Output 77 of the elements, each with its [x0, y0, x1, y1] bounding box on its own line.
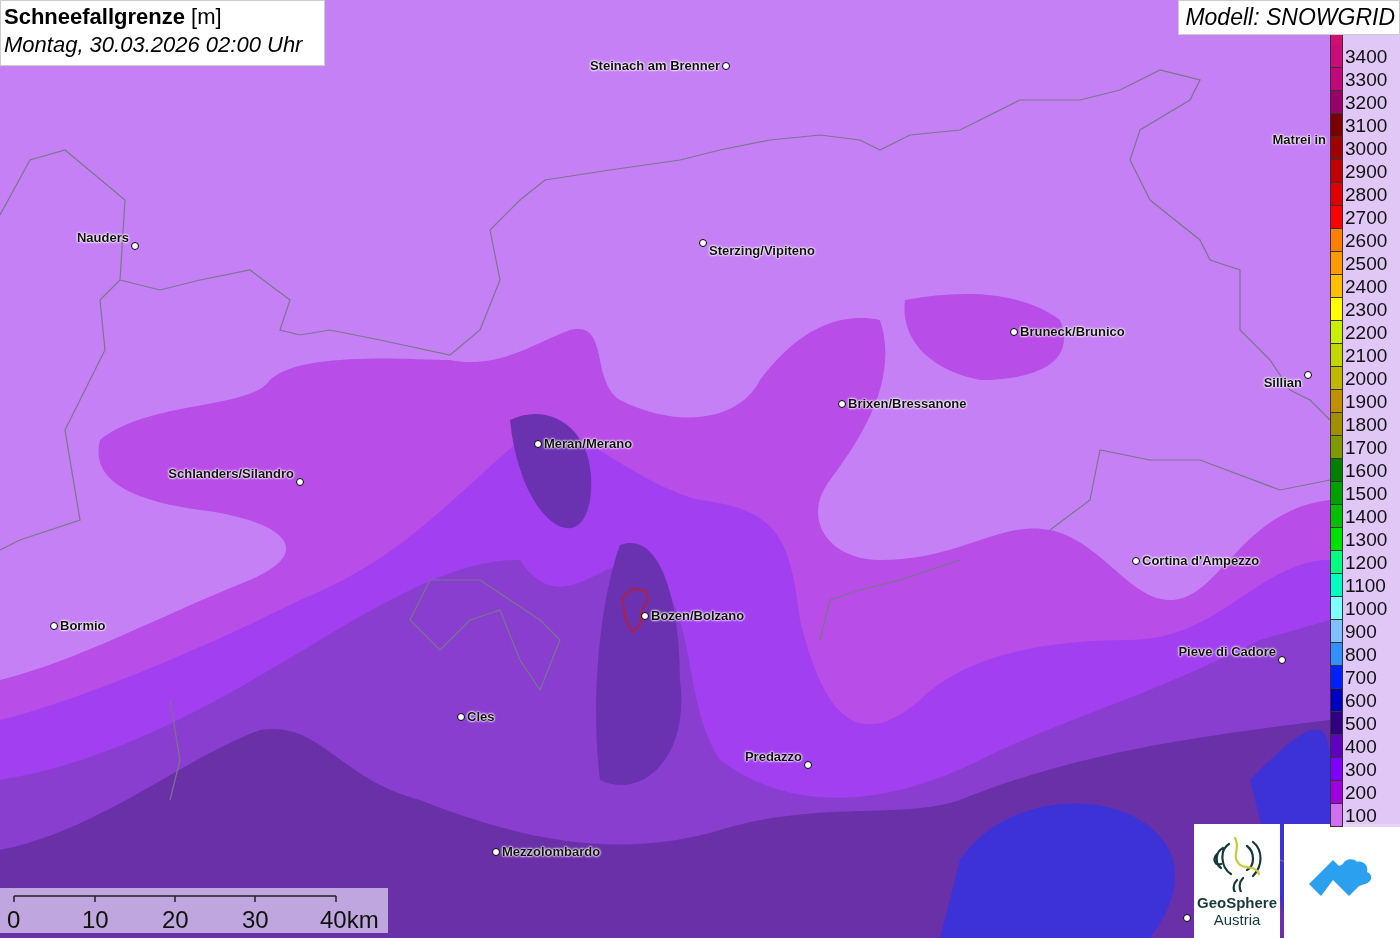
- city-dot: [1132, 557, 1140, 565]
- scale-label: 30: [242, 906, 269, 934]
- city-label: Cles: [467, 709, 495, 724]
- logo-subtitle: Austria: [1213, 911, 1261, 928]
- city-dot: [1304, 371, 1312, 379]
- city-label: Sillian: [1263, 375, 1302, 390]
- city-label: Meran/Merano: [544, 436, 633, 451]
- city-label: Bormio: [60, 618, 106, 633]
- city-dot: [296, 478, 304, 486]
- legend-label: 2600: [1345, 229, 1388, 252]
- legend-label: 800: [1345, 643, 1377, 666]
- city-label: Schlanders/Silandro: [168, 466, 294, 481]
- legend-label: 2000: [1345, 367, 1388, 390]
- legend-label: 2700: [1345, 206, 1388, 229]
- city-dot: [1183, 914, 1191, 922]
- legend-label: 1800: [1345, 413, 1388, 436]
- legend-label: 3100: [1345, 114, 1388, 137]
- legend-label: 1000: [1345, 597, 1388, 620]
- legend-label: 2100: [1345, 344, 1388, 367]
- legend-label: 1300: [1345, 528, 1388, 551]
- city-dot: [492, 848, 500, 856]
- legend-label: 2400: [1345, 275, 1388, 298]
- legend-label: 400: [1345, 735, 1377, 758]
- legend-label: 1900: [1345, 390, 1388, 413]
- scale-label: 10: [82, 906, 109, 934]
- city-dot: [722, 62, 730, 70]
- legend-label: 3200: [1345, 91, 1388, 114]
- legend-label: 100: [1345, 804, 1377, 827]
- city-dot: [131, 242, 139, 250]
- city-dot: [50, 622, 58, 630]
- city-label: Bozen/Bolzano: [651, 608, 745, 623]
- city-label: Bruneck/Brunico: [1020, 324, 1125, 339]
- scale-label: 0: [7, 906, 21, 934]
- city-label: Pieve di Cadore: [1178, 644, 1276, 659]
- legend-label: 1600: [1345, 459, 1388, 482]
- legend-label: 3300: [1345, 68, 1388, 91]
- city-label: Brixen/Bressanone: [848, 396, 967, 411]
- legend-label: 2900: [1345, 160, 1388, 183]
- city-label: Nauders: [76, 230, 129, 245]
- legend-label: 2500: [1345, 252, 1388, 275]
- city-label: Predazzo: [744, 749, 802, 764]
- map-title: Schneefallgrenze [m]: [4, 3, 223, 31]
- scale-label: 20: [162, 906, 189, 934]
- city-dot: [1278, 656, 1286, 664]
- legend-label: 2200: [1345, 321, 1388, 344]
- legend-label: 1700: [1345, 436, 1388, 459]
- city-label: Matrei in: [1272, 132, 1326, 147]
- legend-label: 1400: [1345, 505, 1388, 528]
- map-timestamp: Montag, 30.03.2026 02:00 Uhr: [4, 31, 304, 59]
- legend-label: 3400: [1345, 45, 1388, 68]
- legend-label: 1500: [1345, 482, 1388, 505]
- city-dot: [838, 400, 846, 408]
- city-dot: [804, 761, 812, 769]
- city-dot: [641, 612, 649, 620]
- city-label: Cortina d'Ampezzo: [1142, 553, 1260, 568]
- legend-label: 200: [1345, 781, 1377, 804]
- legend-label: 600: [1345, 689, 1377, 712]
- legend-label: 1200: [1345, 551, 1388, 574]
- legend-swatch: [1330, 34, 1343, 46]
- legend-label: 3000: [1345, 137, 1388, 160]
- city-label: Sterzing/Vipiteno: [709, 243, 815, 258]
- legend-label: 300: [1345, 758, 1377, 781]
- city-label: Steinach am Brenner: [589, 58, 720, 73]
- city-dot: [699, 239, 707, 247]
- legend-label: 2800: [1345, 183, 1388, 206]
- legend-label: 700: [1345, 666, 1377, 689]
- legend-label: 1100: [1345, 574, 1386, 597]
- city-dot: [1010, 328, 1018, 336]
- city-dot: [534, 440, 542, 448]
- legend-label: 500: [1345, 712, 1377, 735]
- city-label: Mezzolombardo: [502, 844, 601, 859]
- scale-label: 40km: [320, 906, 379, 934]
- city-dot: [457, 713, 465, 721]
- model-label: Modell: SNOWGRID: [1178, 0, 1400, 35]
- logo-name: GeoSphere: [1197, 894, 1277, 911]
- legend-label: 2300: [1345, 298, 1388, 321]
- legend-label: 900: [1345, 620, 1377, 643]
